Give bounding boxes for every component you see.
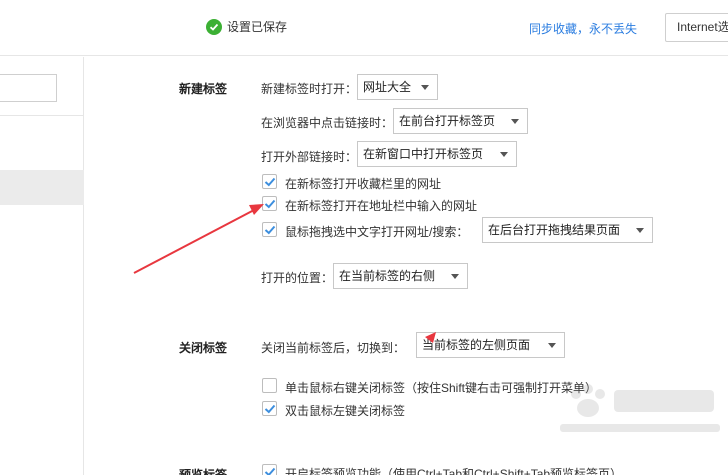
sidebar-item-active[interactable]	[0, 170, 84, 205]
open-position-select[interactable]: 在当前标签的右侧	[333, 263, 468, 289]
section-title-new-tab: 新建标签	[179, 82, 228, 96]
checkbox-tab-preview-label: 开启标签预览功能（使用Ctrl+Tab和Ctrl+Shift+Tab预览标签页）	[285, 467, 623, 475]
checkbox-double-click-label: 双击鼠标左键关闭标签	[285, 404, 406, 418]
chevron-down-icon	[636, 228, 644, 233]
saved-status: 设置已保存	[206, 18, 287, 35]
click-link-select[interactable]: 在前台打开标签页	[393, 108, 528, 134]
section-title-preview: 预览标签	[179, 468, 228, 475]
checkbox-addressbar-label: 在新标签打开在地址栏中输入的网址	[285, 199, 478, 213]
checkmark-icon	[264, 467, 276, 475]
checkbox-favorites-label: 在新标签打开收藏栏里的网址	[285, 177, 442, 191]
checkmark-icon	[264, 404, 276, 414]
check-circle-icon	[206, 18, 222, 35]
sidebar-divider	[0, 115, 84, 116]
saved-text: 设置已保存	[227, 20, 288, 34]
internet-options-button[interactable]: Internet选项	[665, 13, 728, 42]
chevron-down-icon	[548, 343, 556, 348]
chevron-down-icon	[451, 274, 459, 279]
new-tab-open-value: 网址大全	[363, 80, 412, 94]
click-link-value: 在前台打开标签页	[399, 114, 496, 128]
external-link-label: 打开外部链接时：	[261, 150, 358, 164]
close-switch-label: 关闭当前标签后，切换到：	[261, 341, 406, 355]
checkmark-icon	[264, 177, 276, 187]
checkbox-drag-label: 鼠标拖拽选中文字打开网址/搜索：	[285, 225, 469, 239]
checkbox-double-click-close[interactable]	[262, 401, 277, 416]
checkbox-right-click-label: 单击鼠标右键关闭标签（按住Shift键右击可强制打开菜单）	[285, 381, 598, 395]
checkbox-right-click-close[interactable]	[262, 378, 277, 393]
sidebar	[0, 57, 84, 475]
external-link-value: 在新窗口中打开标签页	[363, 147, 484, 161]
new-tab-open-label: 新建标签时打开：	[261, 82, 358, 96]
section-title-close-tab: 关闭标签	[179, 341, 228, 355]
close-switch-value: 当前标签的左侧页面	[422, 338, 531, 352]
new-tab-open-select[interactable]: 网址大全	[357, 74, 438, 100]
checkbox-tab-preview[interactable]	[262, 464, 277, 475]
open-position-value: 在当前标签的右侧	[339, 269, 436, 283]
checkbox-addressbar-new-tab[interactable]	[262, 196, 277, 211]
drag-open-select[interactable]: 在后台打开拖拽结果页面	[482, 217, 653, 243]
open-position-label: 打开的位置：	[261, 271, 334, 285]
top-bar: 设置已保存 同步收藏，永不丢失 Internet选项	[0, 0, 728, 56]
sync-favorites-link[interactable]: 同步收藏，永不丢失	[529, 20, 637, 37]
click-link-label: 在浏览器中点击链接时：	[261, 116, 394, 130]
chevron-down-icon	[500, 152, 508, 157]
sidebar-search-input[interactable]	[0, 74, 57, 102]
checkbox-drag-open[interactable]	[262, 222, 277, 237]
checkmark-icon	[264, 199, 276, 209]
external-link-select[interactable]: 在新窗口中打开标签页	[357, 141, 517, 167]
checkbox-favorites-new-tab[interactable]	[262, 174, 277, 189]
chevron-down-icon	[421, 85, 429, 90]
close-switch-select[interactable]: 当前标签的左侧页面	[416, 332, 565, 358]
chevron-down-icon	[511, 119, 519, 124]
drag-open-value: 在后台打开拖拽结果页面	[488, 223, 621, 237]
checkmark-icon	[264, 225, 276, 235]
